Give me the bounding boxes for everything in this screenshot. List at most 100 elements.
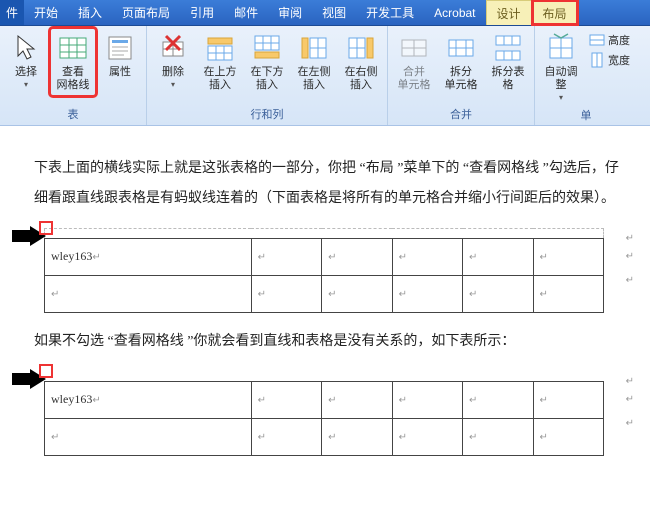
table-row[interactable]: wley163↵ ↵ ↵ ↵ ↵ ↵ (45, 239, 604, 276)
tab-file[interactable]: 件 (0, 0, 24, 25)
insert-right-label: 在右侧插入 (341, 66, 381, 92)
table-1-wrap: ↵ wley163↵ ↵ ↵ ↵ ↵ ↵ ↵ ↵ ↵ ↵ ↵ ↵ ↵ ↵ (44, 228, 622, 313)
table-corner-highlight (39, 364, 53, 378)
split-cells-icon (445, 32, 477, 64)
table-cell[interactable]: ↵ (322, 418, 392, 455)
chevron-down-icon: ▾ (559, 93, 563, 102)
table-cell[interactable]: ↵ (463, 381, 533, 418)
select-label: 选择 (15, 66, 37, 79)
tab-acrobat[interactable]: Acrobat (424, 0, 485, 25)
table-cell[interactable]: ↵ (463, 418, 533, 455)
split-table-icon (492, 32, 524, 64)
table-cell[interactable]: ↵ (322, 381, 392, 418)
width-icon (589, 52, 605, 68)
split-cells-label: 拆分 单元格 (445, 66, 478, 92)
group-cell-size: 自动调整 ▾ 高度 宽度 单 (535, 26, 637, 125)
delete-button[interactable]: 删除 ▾ (151, 29, 195, 92)
tab-developer[interactable]: 开发工具 (356, 0, 424, 25)
insert-above-icon (204, 32, 236, 64)
paragraph-1: 下表上面的横线实际上就是这张表格的一部分，你把 “布局 ”菜单下的 “查看网格线… (34, 154, 622, 214)
table-cell[interactable]: ↵ (322, 239, 392, 276)
autofit-label: 自动调整 (541, 66, 581, 92)
table-row[interactable]: ↵ ↵ ↵ ↵ ↵ ↵ (45, 276, 604, 313)
width-label: 宽度 (608, 52, 630, 68)
chevron-down-icon: ▾ (24, 80, 28, 89)
tab-view[interactable]: 视图 (312, 0, 356, 25)
ribbon: 选择 ▾ 查看 网格线 属性 表 删除 ▾ 在上方插入 (0, 26, 650, 126)
insert-left-button[interactable]: 在左侧插入 (292, 29, 336, 95)
insert-right-button[interactable]: 在右侧插入 (339, 29, 383, 95)
split-table-label: 拆分表格 (488, 66, 528, 92)
tab-review[interactable]: 审阅 (268, 0, 312, 25)
merge-cells-button[interactable]: 合并 单元格 (392, 29, 436, 95)
table-row[interactable]: ↵ ↵ ↵ ↵ ↵ ↵ (45, 418, 604, 455)
select-button[interactable]: 选择 ▾ (4, 29, 48, 92)
insert-above-button[interactable]: 在上方插入 (198, 29, 242, 95)
table-corner-highlight (39, 221, 53, 235)
autofit-button[interactable]: 自动调整 ▾ (539, 29, 583, 105)
table-cell[interactable]: ↵ (251, 239, 321, 276)
group-size-label: 单 (539, 105, 633, 126)
insert-right-icon (345, 32, 377, 64)
group-merge: 合并 单元格 拆分 单元格 拆分表格 合并 (388, 26, 535, 125)
properties-button[interactable]: 属性 (98, 29, 142, 82)
table-cell[interactable]: ↵ (45, 418, 252, 455)
table-2[interactable]: wley163↵ ↵ ↵ ↵ ↵ ↵ ↵ ↵ ↵ ↵ ↵ ↵ (44, 371, 604, 456)
table-cell[interactable]: ↵ (533, 418, 604, 455)
table-1[interactable]: wley163↵ ↵ ↵ ↵ ↵ ↵ ↵ ↵ ↵ ↵ ↵ ↵ (44, 228, 604, 313)
table-cell[interactable]: ↵ (251, 381, 321, 418)
ribbon-tabs: 件 开始 插入 页面布局 引用 邮件 审阅 视图 开发工具 Acrobat 设计… (0, 0, 650, 26)
table-cell[interactable]: ↵ (392, 276, 462, 313)
paragraph-2: 如果不勾选 “查看网格线 ”你就会看到直线和表格是没有关系的，如下表所示： (34, 327, 622, 357)
tab-page-layout[interactable]: 页面布局 (112, 0, 180, 25)
table-cell[interactable]: wley163↵ (45, 381, 252, 418)
table-cell[interactable]: ↵ (251, 276, 321, 313)
insert-below-icon (251, 32, 283, 64)
properties-icon (104, 32, 136, 64)
insert-below-button[interactable]: 在下方插入 (245, 29, 289, 95)
split-cells-button[interactable]: 拆分 单元格 (439, 29, 483, 95)
table-cell[interactable]: ↵ (392, 418, 462, 455)
table-cell[interactable]: ↵ (392, 381, 462, 418)
tab-layout[interactable]: 布局 (532, 0, 578, 25)
table-cell[interactable]: ↵ (45, 276, 252, 313)
table-cell[interactable]: wley163↵ (45, 239, 252, 276)
group-merge-label: 合并 (392, 104, 530, 125)
table-cell[interactable]: ↵ (251, 418, 321, 455)
tab-mailings[interactable]: 邮件 (224, 0, 268, 25)
properties-label: 属性 (109, 66, 131, 79)
table-cell[interactable]: ↵ (533, 276, 604, 313)
split-table-button[interactable]: 拆分表格 (486, 29, 530, 95)
delete-icon (157, 32, 189, 64)
group-rows-cols: 删除 ▾ 在上方插入 在下方插入 在左侧插入 在右侧插入 行和列 (147, 26, 388, 125)
table-cell[interactable]: ↵ (533, 381, 604, 418)
autofit-icon (545, 32, 577, 64)
tab-insert[interactable]: 插入 (68, 0, 112, 25)
document-body: 下表上面的横线实际上就是这张表格的一部分，你把 “布局 ”菜单下的 “查看网格线… (0, 126, 650, 480)
para-mark: ↵ (626, 409, 634, 439)
table-cell[interactable]: ↵ (392, 239, 462, 276)
table-cell[interactable]: ↵ (322, 276, 392, 313)
group-table: 选择 ▾ 查看 网格线 属性 表 (0, 26, 147, 125)
height-label: 高度 (608, 32, 630, 48)
merge-icon (398, 32, 430, 64)
view-gridlines-button[interactable]: 查看 网格线 (51, 29, 95, 95)
height-icon (589, 32, 605, 48)
insert-below-label: 在下方插入 (247, 66, 287, 92)
tab-home[interactable]: 开始 (24, 0, 68, 25)
delete-label: 删除 (162, 66, 184, 79)
tab-design[interactable]: 设计 (486, 0, 532, 25)
tab-references[interactable]: 引用 (180, 0, 224, 25)
row-height-button[interactable]: 高度 (586, 31, 633, 49)
gridlines-label: 查看 网格线 (57, 66, 90, 92)
col-width-button[interactable]: 宽度 (586, 51, 633, 69)
table-cell[interactable]: ↵ (533, 239, 604, 276)
table-row[interactable]: wley163↵ ↵ ↵ ↵ ↵ ↵ (45, 381, 604, 418)
group-rowscols-label: 行和列 (151, 104, 383, 125)
gridlines-icon (57, 32, 89, 64)
table-cell[interactable]: ↵ (463, 239, 533, 276)
chevron-down-icon: ▾ (171, 80, 175, 89)
table-2-wrap: ↵ wley163↵ ↵ ↵ ↵ ↵ ↵ ↵ ↵ ↵ ↵ ↵ ↵ ↵ ↵ (44, 371, 622, 456)
table-cell[interactable]: ↵ (463, 276, 533, 313)
cursor-icon (10, 32, 42, 64)
